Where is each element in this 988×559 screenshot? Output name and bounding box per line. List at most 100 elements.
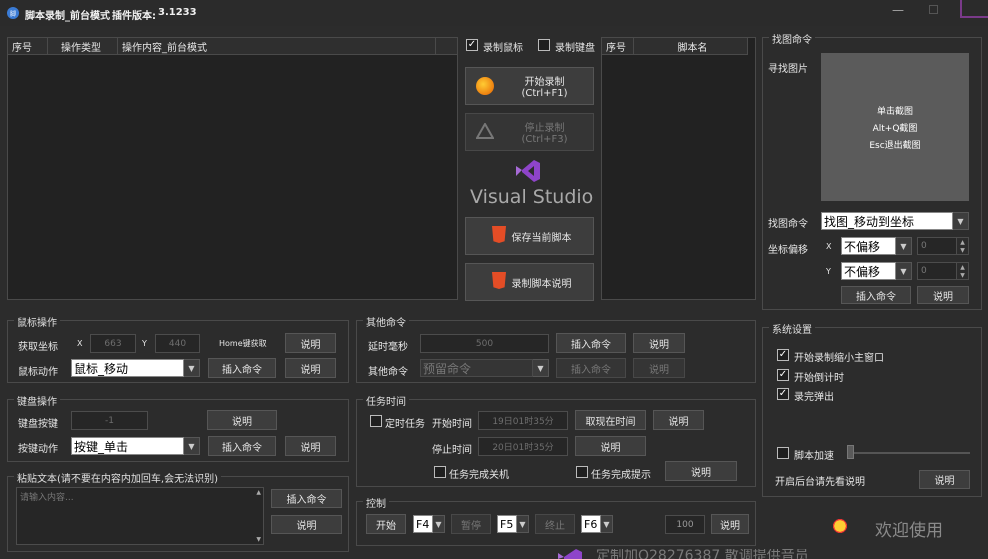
record-help-button[interactable]: 录制脚本说明 — [465, 263, 594, 301]
other-cmd-value: 预留命令 — [420, 359, 533, 377]
other-insert-button[interactable]: 插入命令 — [556, 358, 626, 378]
paste-placeholder: 请输入内容... — [20, 493, 74, 503]
shrink-window-checkbox[interactable]: ✓ — [777, 349, 789, 361]
paste-textarea[interactable]: 请输入内容... ▲ ▼ — [16, 487, 264, 545]
countdown-label: 开始倒计时 — [794, 373, 844, 384]
record-keyboard-label: 录制键盘 — [555, 43, 595, 54]
mouse-group-title: 鼠标操作 — [14, 314, 60, 329]
keyboard-action-select[interactable]: 按键_单击 ▼ — [71, 437, 200, 455]
speedup-checkbox[interactable] — [777, 447, 789, 459]
pause-key-select[interactable]: F5 ▼ — [497, 515, 529, 533]
stop-key-value: F6 — [581, 515, 601, 533]
find-insert-button[interactable]: 插入命令 — [841, 286, 911, 304]
notify-label: 任务完成提示 — [591, 470, 651, 481]
start-record-label: 开始录制 — [524, 77, 565, 88]
keyboard-action-explain-button[interactable]: 说明 — [285, 436, 336, 456]
other-cmd-select[interactable]: 预留命令 ▼ — [420, 359, 549, 377]
save-script-button[interactable]: 保存当前脚本 — [465, 217, 594, 255]
mouse-x-input[interactable]: 663 — [90, 334, 136, 353]
mouse-y-input[interactable]: 440 — [155, 334, 200, 353]
chevron-down-icon: ▼ — [517, 515, 529, 533]
popup-label: 录完弹出 — [794, 392, 834, 403]
delay-explain-button[interactable]: 说明 — [633, 333, 685, 353]
close-corner-icon[interactable] — [960, 0, 988, 18]
keyboard-group-title: 键盘操作 — [14, 393, 60, 408]
paste-group-title: 粘贴文本(请不要在内容内加回车,会无法识别) — [14, 470, 221, 485]
chevron-down-icon: ▼ — [601, 515, 613, 533]
mouse-coord-label: 获取坐标 — [18, 342, 58, 353]
html5-icon — [492, 226, 506, 243]
find-cmd-select[interactable]: 找图_移动到坐标 ▼ — [821, 212, 969, 230]
system-explain-button[interactable]: 说明 — [919, 470, 970, 489]
offset-y-spinner[interactable]: 0 ▲ ▼ — [917, 262, 969, 280]
control-explain-button[interactable]: 说明 — [711, 514, 749, 534]
keyboard-key-input[interactable]: -1 — [71, 411, 148, 430]
timed-task-label: 定时任务 — [385, 419, 425, 430]
mouse-x-value: 663 — [104, 338, 122, 349]
control-stop-button[interactable]: 终止 — [535, 514, 575, 534]
shutdown-checkbox[interactable] — [434, 466, 446, 478]
delay-input[interactable]: 500 — [420, 334, 549, 353]
chevron-down-icon: ▼ — [953, 212, 969, 230]
home-key-label: Home键获取 — [219, 339, 267, 348]
mouse-x-label: X — [77, 339, 83, 348]
capture-hint-esc: Esc退出截图 — [869, 140, 921, 151]
system-explain-label: 说明 — [934, 476, 955, 487]
script-table[interactable]: 序号 脚本名 — [601, 37, 756, 300]
record-mouse-checkbox[interactable]: ✓ — [466, 39, 478, 51]
mouse-insert-button[interactable]: 插入命令 — [208, 358, 276, 378]
chevron-down-icon: ▼ — [896, 237, 912, 255]
scroll-down-icon[interactable]: ▼ — [256, 536, 261, 543]
visual-studio-logo-icon — [516, 160, 540, 182]
notify-checkbox[interactable] — [576, 466, 588, 478]
record-mouse-label: 录制鼠标 — [483, 43, 523, 54]
popup-checkbox[interactable]: ✓ — [777, 388, 789, 400]
offset-x-spinner[interactable]: 0 ▲ ▼ — [917, 237, 969, 255]
chevron-down-icon: ▼ — [433, 515, 445, 533]
mouse-coord-explain-button[interactable]: 说明 — [285, 333, 336, 353]
delay-insert-button[interactable]: 插入命令 — [556, 333, 626, 353]
control-pause-button[interactable]: 暂停 — [451, 514, 491, 534]
mouse-insert-label: 插入命令 — [222, 364, 262, 376]
speed-slider-track[interactable] — [850, 452, 970, 454]
stop-time-input[interactable]: 20日01时35分 — [478, 437, 568, 456]
shutdown-label: 任务完成关机 — [449, 470, 509, 481]
get-time-button[interactable]: 取现在时间 — [575, 410, 646, 430]
timed-task-checkbox[interactable] — [370, 415, 382, 427]
start-record-shortcut: (Ctrl+F1) — [521, 88, 568, 99]
maximize-icon[interactable] — [929, 5, 938, 14]
paste-explain-button[interactable]: 说明 — [271, 515, 342, 534]
keyboard-insert-button[interactable]: 插入命令 — [208, 436, 276, 456]
scroll-up-icon[interactable]: ▲ — [256, 489, 261, 496]
keyboard-key-explain-button[interactable]: 说明 — [207, 410, 277, 430]
stop-key-select[interactable]: F6 ▼ — [581, 515, 613, 533]
mouse-action-explain-button[interactable]: 说明 — [285, 358, 336, 378]
offset-y-select[interactable]: 不偏移 ▼ — [841, 262, 912, 280]
task-explain-button[interactable]: 说明 — [653, 410, 704, 430]
keyboard-action-label: 按键动作 — [18, 444, 58, 455]
paste-insert-button[interactable]: 插入命令 — [271, 489, 342, 508]
main-col-spare — [436, 38, 457, 55]
minimize-icon[interactable]: — — [892, 3, 904, 17]
repeat-count-input[interactable]: 100 — [665, 515, 705, 534]
script-col-name: 脚本名 — [634, 38, 748, 55]
spinner-arrows-icon: ▲ ▼ — [957, 237, 969, 255]
main-table[interactable]: 序号 操作类型 操作内容_前台模式 — [7, 37, 458, 300]
capture-area[interactable]: 单击截图 Alt+Q截图 Esc退出截图 — [821, 53, 969, 201]
repeat-count-value: 100 — [676, 519, 694, 530]
window-title: 脚本录制_前台模式 — [25, 11, 110, 22]
start-time-input[interactable]: 19日01时35分 — [478, 411, 568, 430]
capture-hint-altq: Alt+Q截图 — [872, 123, 918, 134]
start-key-select[interactable]: F4 ▼ — [413, 515, 445, 533]
record-keyboard-checkbox[interactable] — [538, 39, 550, 51]
find-explain-button[interactable]: 说明 — [917, 286, 969, 304]
control-start-button[interactable]: 开始 — [366, 514, 406, 534]
notify-explain-button[interactable]: 说明 — [665, 461, 737, 481]
other-explain-button[interactable]: 说明 — [633, 358, 685, 378]
stop-time-explain-button[interactable]: 说明 — [575, 436, 646, 456]
keyboard-key-value: -1 — [105, 415, 114, 426]
offset-x-select[interactable]: 不偏移 ▼ — [841, 237, 912, 255]
mouse-action-select[interactable]: 鼠标_移动 ▼ — [71, 359, 200, 377]
speed-slider-handle[interactable] — [847, 445, 854, 459]
countdown-checkbox[interactable]: ✓ — [777, 369, 789, 381]
